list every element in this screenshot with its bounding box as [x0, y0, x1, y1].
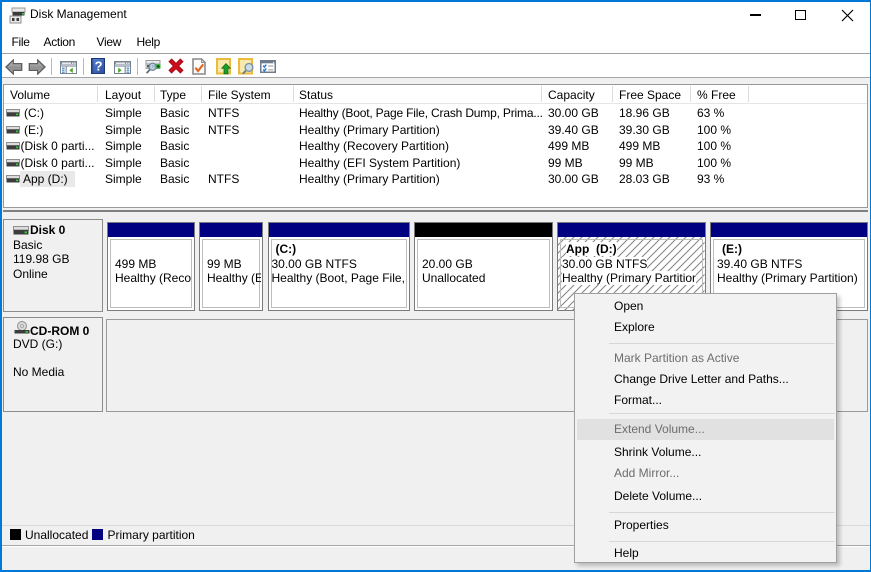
- svg-text:?: ?: [95, 59, 103, 74]
